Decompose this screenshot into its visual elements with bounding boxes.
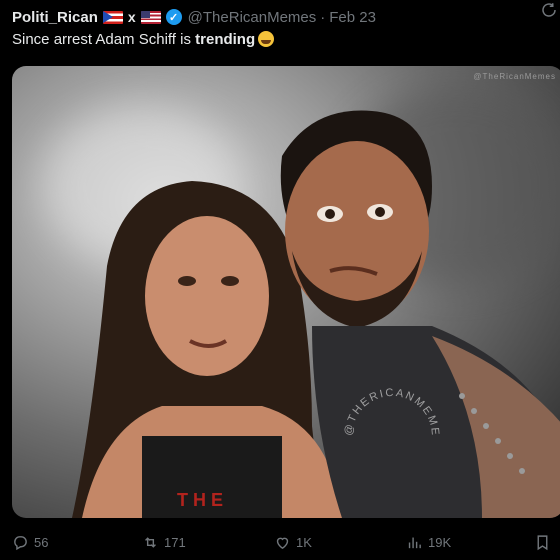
views-count: 19K bbox=[428, 534, 452, 550]
views-action[interactable]: 19K bbox=[406, 534, 451, 551]
post-actions: 56 171 1K 19K bbox=[0, 528, 560, 556]
post-date[interactable]: Feb 23 bbox=[329, 9, 376, 26]
separator-dot: · bbox=[320, 8, 326, 26]
repost-action[interactable]: 171 bbox=[142, 534, 186, 551]
author-name[interactable]: Politi_Rican bbox=[12, 9, 98, 26]
us-flag-icon bbox=[140, 10, 161, 24]
like-action[interactable]: 1K bbox=[274, 534, 312, 551]
puerto-rico-flag-icon bbox=[102, 10, 123, 24]
reply-action[interactable]: 56 bbox=[12, 534, 48, 551]
x-mark-icon: x bbox=[127, 9, 136, 25]
verified-badge-icon: ✓ bbox=[165, 9, 182, 25]
post-text: Since arrest Adam Schiff is trending bbox=[12, 31, 275, 48]
bookmark-action[interactable] bbox=[534, 534, 551, 551]
post-header: Politi_Rican x ✓ @TheRicanMemes · Feb 23 bbox=[12, 6, 550, 28]
post-text-prefix: Since arrest Adam Schiff is bbox=[12, 31, 196, 48]
reply-count: 56 bbox=[34, 534, 49, 550]
svg-text:T H E: T H E bbox=[177, 490, 223, 510]
views-icon bbox=[408, 537, 421, 548]
bookmark-icon bbox=[537, 534, 548, 550]
repost-icon bbox=[145, 536, 156, 548]
laughing-emoji-icon bbox=[258, 31, 275, 47]
post-text-bold: trending bbox=[195, 31, 256, 48]
refresh-icon[interactable] bbox=[540, 1, 558, 24]
like-icon bbox=[276, 537, 289, 549]
meme-image-content: T H E @THERICANMEMES bbox=[12, 66, 560, 518]
author-handle[interactable]: @TheRicanMemes bbox=[188, 9, 317, 26]
reply-icon bbox=[14, 535, 27, 550]
post-image[interactable]: @TheRicanMemes T H E @THERICANMEMES bbox=[12, 66, 560, 518]
like-count: 1K bbox=[296, 534, 312, 550]
repost-count: 171 bbox=[164, 534, 186, 550]
